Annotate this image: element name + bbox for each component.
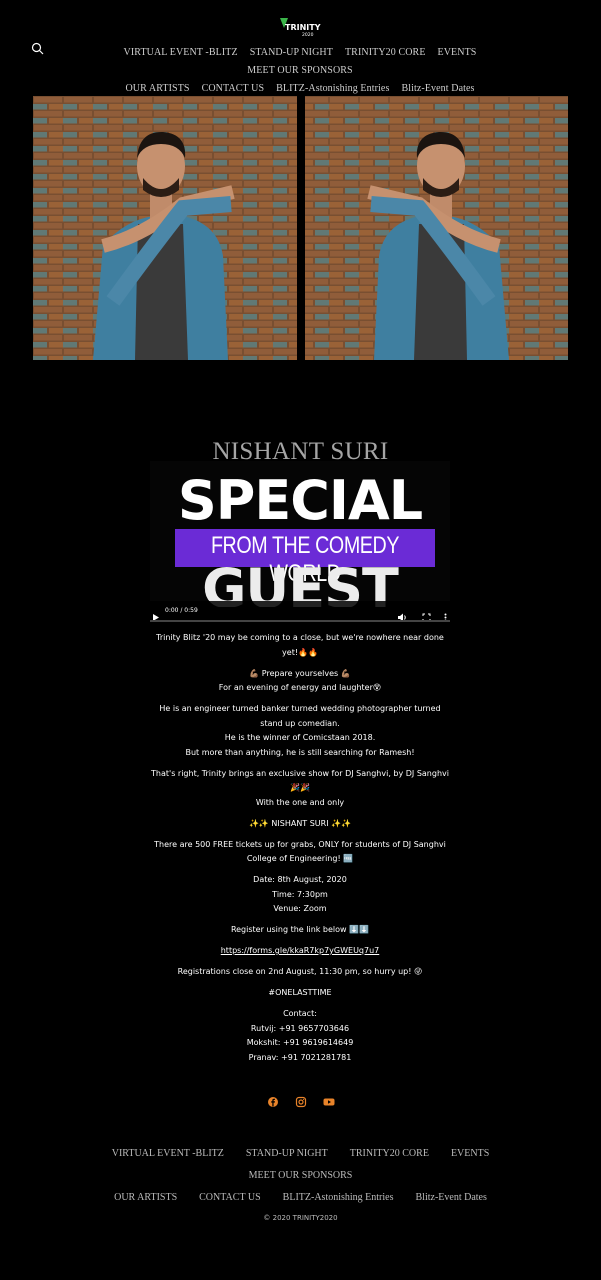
footer-item-virtual-event[interactable]: VIRTUAL EVENT -BLITZ (112, 1143, 224, 1165)
register-link[interactable]: https://forms.gle/kkaR7kp7yGWEUq7u7 (221, 946, 380, 955)
nav-item-sponsors[interactable]: MEET OUR SPONSORS (247, 62, 352, 80)
hero-image-right (304, 96, 568, 360)
footer-item-artists[interactable]: OUR ARTISTS (114, 1187, 177, 1209)
event-time: Time: 7:30pm (272, 889, 328, 899)
show-block: That's right, Trinity brings an exclusiv… (150, 767, 450, 811)
hashtag: #ONELASTTIME (268, 988, 332, 997)
artist-name: ✨✨ NISHANT SURI ✨✨ (248, 818, 352, 828)
footer-item-contact[interactable]: CONTACT US (199, 1187, 261, 1209)
contact-rutvij: Rutvij: +91 9657703646 (250, 1023, 350, 1033)
video-text-guest: GUEST (202, 557, 399, 607)
contact-block: Contact: Rutvij: +91 9657703646 Mokshit:… (150, 1007, 450, 1065)
contact-label: Contact: (283, 1009, 317, 1018)
event-description: Trinity Blitz '20 may be coming to a clo… (150, 631, 450, 1072)
footer-item-blitz-entries[interactable]: BLITZ-Astonishing Entries (283, 1187, 394, 1209)
site-logo[interactable]: TRINITY 2020 (278, 16, 322, 38)
nav-item-stand-up[interactable]: STAND-UP NIGHT (250, 44, 333, 62)
bio-line-3: But more than anything, he is still sear… (185, 747, 415, 757)
nav-item-virtual-event[interactable]: VIRTUAL EVENT -BLITZ (124, 44, 238, 62)
video-controls: 0:00 / 0:59 (150, 601, 450, 623)
logo-subtext: 2020 (302, 32, 314, 38)
social-links (264, 1093, 338, 1108)
schedule-block: Date: 8th August, 2020 Time: 7:30pm Venu… (150, 873, 450, 917)
instagram-icon[interactable] (295, 1093, 307, 1108)
footer-item-events[interactable]: EVENTS (451, 1143, 489, 1165)
intro-text: Trinity Blitz '20 may be coming to a clo… (156, 633, 444, 657)
prepare-text: 💪🏽 Prepare yourselves 💪🏽 (249, 668, 351, 678)
main-nav: VIRTUAL EVENT -BLITZ STAND-UP NIGHT TRINIT… (60, 44, 540, 98)
prepare-block: 💪🏽 Prepare yourselves 💪🏽 For an evening … (150, 667, 450, 696)
footer-item-blitz-dates[interactable]: Blitz-Event Dates (416, 1187, 487, 1209)
footer-nav: VIRTUAL EVENT -BLITZ STAND-UP NIGHT TRINIT… (40, 1143, 561, 1209)
youtube-icon[interactable] (323, 1093, 335, 1106)
registration-deadline: Registrations close on 2nd August, 11:30… (177, 967, 423, 976)
footer-item-trinity20-core[interactable]: TRINITY20 CORE (350, 1143, 429, 1165)
search-icon[interactable] (31, 40, 44, 55)
video-progress-bar[interactable] (150, 620, 450, 622)
bio-line-2: He is the winner of Comicstaan 2018. (224, 733, 376, 742)
video-time: 0:00 / 0:59 (165, 607, 198, 614)
tickets-text: There are 500 FREE tickets up for grabs,… (154, 839, 446, 864)
event-date: Date: 8th August, 2020 (253, 875, 347, 884)
hero-image-left (33, 96, 297, 360)
video-player[interactable]: SPECIAL FROM THE COMEDY WORLD GUEST 0:00… (150, 461, 450, 623)
evening-text: For an evening of energy and laughter😵 (218, 683, 382, 692)
video-text-special: SPECIAL (177, 469, 423, 532)
copyright: © 2020 TRINITY2020 (263, 1214, 338, 1222)
contact-mokshit: Mokshit: +91 9619614649 (246, 1038, 354, 1047)
event-venue: Venue: Zoom (273, 904, 327, 913)
footer-item-stand-up[interactable]: STAND-UP NIGHT (246, 1143, 328, 1165)
register-text: Register using the link below ⬇️⬇️ (230, 925, 370, 934)
nav-item-events[interactable]: EVENTS (438, 44, 477, 62)
show-line-1: That's right, Trinity brings an exclusiv… (151, 768, 449, 793)
bio-block: He is an engineer turned banker turned w… (150, 702, 450, 760)
hero-banner (33, 96, 568, 360)
show-line-2: With the one and only (255, 797, 345, 807)
register-link-block: https://forms.gle/kkaR7kp7yGWEUq7u7 (150, 944, 450, 959)
facebook-icon[interactable] (267, 1093, 279, 1107)
footer-item-sponsors[interactable]: MEET OUR SPONSORS (249, 1165, 353, 1187)
bio-line-1: He is an engineer turned banker turned w… (159, 704, 441, 728)
nav-item-trinity20-core[interactable]: TRINITY20 CORE (345, 44, 426, 62)
contact-pranav: Pranav: +91 7021281781 (248, 1052, 352, 1062)
logo-text: TRINITY (285, 23, 321, 32)
